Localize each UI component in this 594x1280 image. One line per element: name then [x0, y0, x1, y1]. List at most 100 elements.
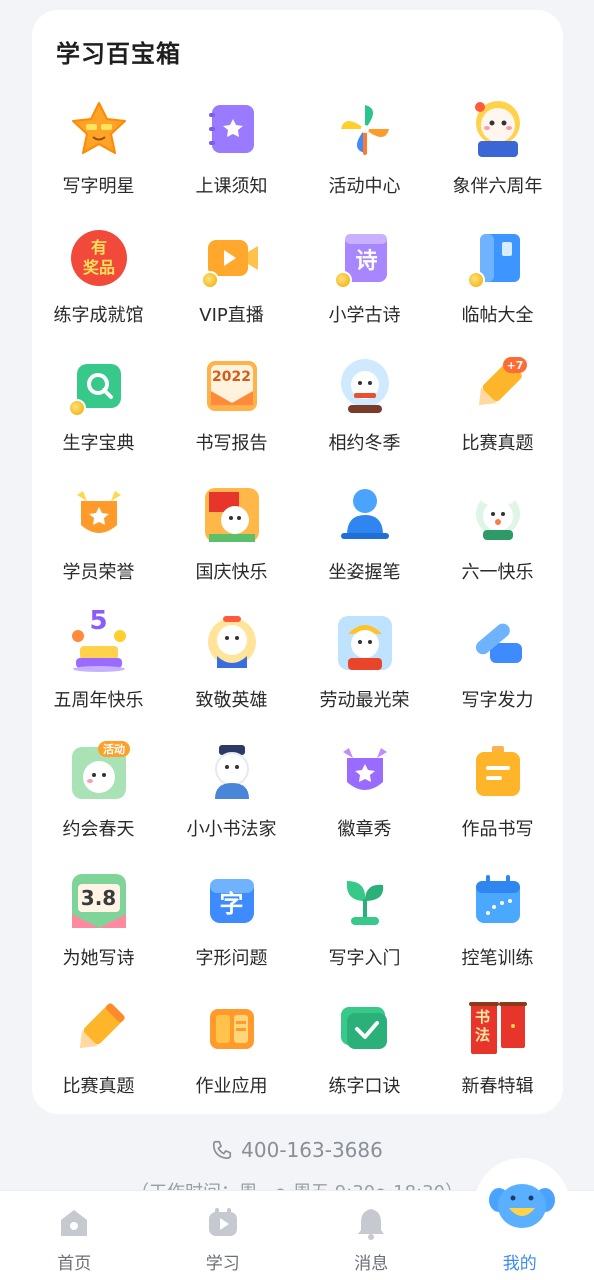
tile-label: 上课须知 — [195, 176, 268, 197]
birthday-cake-icon: 5 — [64, 606, 134, 678]
tile-label: 临帖大全 — [461, 304, 534, 326]
womens-day-icon: 3.8 — [64, 866, 134, 936]
tile-writing-intro[interactable]: 写字入门 — [298, 862, 431, 991]
tile-contest-questions[interactable]: +7 比赛真题 — [431, 347, 564, 476]
calligrapher-mascot-icon — [197, 737, 267, 807]
character-shape-icon: 字 — [197, 866, 267, 936]
tile-activity-center[interactable]: 活动中心 — [298, 90, 431, 219]
report-year-glyph: 2022 — [212, 369, 251, 386]
tile-fifth-anniversary[interactable]: 5 五周年快乐 — [32, 604, 165, 733]
tile-little-calligrapher[interactable]: 小小书法家 — [165, 733, 298, 862]
tile-winter-event[interactable]: 相约冬季 — [298, 347, 431, 476]
tile-label: 致敬英雄 — [195, 690, 268, 712]
tab-study[interactable]: 学习 — [149, 1191, 298, 1280]
study-play-icon — [205, 1205, 241, 1241]
tile-student-honor[interactable]: 学员荣誉 — [32, 476, 165, 605]
poem-glyph: 诗 — [355, 248, 378, 274]
activity-badge: 活动 — [103, 742, 125, 756]
mascot-profile-icon[interactable] — [474, 1158, 570, 1254]
tile-writing-star[interactable]: 写字明星 — [32, 90, 165, 219]
tile-posture-grip[interactable]: 坐姿握笔 — [298, 476, 431, 605]
pencil-icon — [64, 994, 134, 1064]
cake-number-glyph: 5 — [89, 606, 108, 637]
sprout-icon — [330, 866, 400, 936]
tile-label: 控笔训练 — [461, 947, 534, 969]
tile-label: 五周年快乐 — [53, 690, 144, 712]
snow-globe-icon — [330, 351, 400, 421]
tile-contest-questions-2[interactable]: 比赛真题 — [32, 990, 165, 1119]
tile-achievement-hall[interactable]: 有 奖品 练字成就馆 — [32, 219, 165, 348]
tile-work-writing[interactable]: 作品书写 — [431, 733, 564, 862]
pencil-plus-icon: +7 — [463, 351, 533, 421]
childrens-day-icon — [463, 480, 533, 550]
learning-toolbox-card: 学习百宝箱 写字明星 上课须知 活动中心 象伴六周年 有 奖品 练字成就馆 VI… — [32, 10, 563, 1114]
tile-childrens-day[interactable]: 六一快乐 — [431, 476, 564, 605]
calendar-dots-icon — [463, 866, 533, 936]
tile-character-shape[interactable]: 字 字形问题 — [165, 862, 298, 991]
tile-label: 约会春天 — [62, 818, 135, 840]
phone-number: 400-163-3686 — [241, 1138, 383, 1162]
tile-label: 写字明星 — [62, 176, 135, 197]
tile-label: 作业应用 — [195, 1076, 268, 1098]
tile-copybook-collection[interactable]: 临帖大全 — [431, 219, 564, 348]
spring-event-icon: 活动 — [64, 737, 134, 807]
tile-label: 相约冬季 — [328, 433, 401, 455]
coin-icon — [200, 270, 219, 289]
tile-writing-power[interactable]: 写字发力 — [431, 604, 564, 733]
tile-character-dictionary[interactable]: 生字宝典 — [32, 347, 165, 476]
tile-label: 写字入门 — [328, 947, 401, 969]
tile-poem-for-her[interactable]: 3.8 为她写诗 — [32, 862, 165, 991]
tab-label: 消息 — [354, 1254, 389, 1274]
womens-day-glyph: 3.8 — [80, 885, 117, 910]
pen-stroke-icon — [463, 608, 533, 678]
tile-label: 练字口诀 — [328, 1076, 401, 1098]
copybook-icon — [463, 223, 533, 293]
tile-vip-live[interactable]: VIP直播 — [165, 219, 298, 348]
tile-label: 书写报告 — [195, 433, 268, 455]
tile-label: 生字宝典 — [62, 433, 135, 455]
tile-national-day[interactable]: 国庆快乐 — [165, 476, 298, 605]
tile-label: 为她写诗 — [62, 947, 135, 969]
tile-spring-festival[interactable]: 书法 新春特辑 — [431, 990, 564, 1119]
poem-book-icon: 诗 — [330, 223, 400, 293]
tile-label: 徽章秀 — [337, 818, 392, 840]
mascot-anniversary-icon — [463, 94, 533, 164]
tile-label: 比赛真题 — [62, 1076, 135, 1098]
home-icon — [56, 1205, 92, 1241]
tile-label: 小小书法家 — [186, 818, 277, 840]
tab-label: 首页 — [57, 1254, 92, 1274]
tile-label: 活动中心 — [328, 176, 401, 197]
posture-icon — [330, 480, 400, 550]
tile-label: 劳动最光荣 — [319, 690, 410, 712]
tile-label: 写字发力 — [461, 690, 534, 712]
spring-couplet-icon: 书法 — [463, 994, 533, 1064]
report-calendar-icon: 2022 — [197, 351, 267, 421]
reward-badge-text-top: 有 — [90, 238, 106, 257]
search-dictionary-icon — [64, 351, 134, 421]
tile-salute-heroes[interactable]: 致敬英雄 — [165, 604, 298, 733]
tile-spring-date[interactable]: 活动 约会春天 — [32, 733, 165, 862]
tile-labor-glory[interactable]: 劳动最光荣 — [298, 604, 431, 733]
tile-writing-mnemonic[interactable]: 练字口诀 — [298, 990, 431, 1119]
tile-label: 坐姿握笔 — [328, 561, 401, 583]
tile-homework-app[interactable]: 作业应用 — [165, 990, 298, 1119]
reward-badge-icon: 有 奖品 — [64, 223, 134, 293]
tile-sixth-anniversary[interactable]: 象伴六周年 — [431, 90, 564, 219]
tile-badge-show[interactable]: 徽章秀 — [298, 733, 431, 862]
couplet-glyph: 书法 — [474, 1008, 490, 1045]
tile-writing-report[interactable]: 2022 书写报告 — [165, 347, 298, 476]
plus-seven-badge: +7 — [506, 359, 523, 372]
support-phone[interactable]: 400-163-3686 — [0, 1138, 594, 1162]
character-glyph: 字 — [219, 889, 244, 918]
tab-home[interactable]: 首页 — [0, 1191, 149, 1280]
tile-label: VIP直播 — [199, 304, 264, 326]
tab-messages[interactable]: 消息 — [297, 1191, 446, 1280]
pinwheel-icon — [330, 94, 400, 164]
tile-label: 比赛真题 — [461, 433, 534, 455]
coin-icon — [67, 399, 86, 418]
tile-class-notice[interactable]: 上课须知 — [165, 90, 298, 219]
tile-pen-control[interactable]: 控笔训练 — [431, 862, 564, 991]
reward-badge-text-bottom: 奖品 — [82, 258, 114, 277]
tile-label: 国庆快乐 — [195, 561, 268, 583]
tile-primary-poems[interactable]: 诗 小学古诗 — [298, 219, 431, 348]
